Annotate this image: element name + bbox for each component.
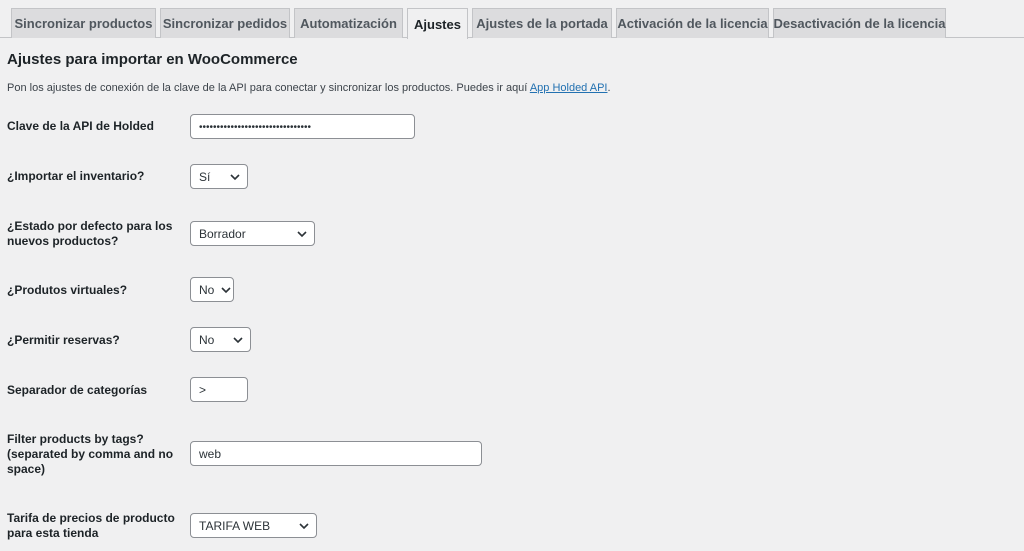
default-status-value: Borrador bbox=[199, 226, 246, 241]
chevron-down-icon bbox=[299, 522, 309, 529]
section-description: Pon los ajustes de conexión de la clave … bbox=[7, 82, 611, 94]
holded-api-link[interactable]: App Holded API bbox=[530, 82, 608, 94]
price-rate-label: Tarifa de precios de producto para esta … bbox=[7, 511, 175, 540]
category-separator-value: > bbox=[199, 382, 207, 397]
chevron-down-icon bbox=[297, 230, 307, 237]
chevron-down-icon bbox=[233, 336, 243, 343]
filter-tags-label: Filter products by tags? (separated by c… bbox=[7, 432, 174, 476]
settings-page: Sincronizar productos Sincronizar pedido… bbox=[0, 0, 1024, 551]
section-title: Ajustes para importar en WooCommerce bbox=[7, 51, 298, 68]
tab-ajustes-portada[interactable]: Ajustes de la portada bbox=[472, 8, 612, 38]
virtual-products-value: No bbox=[199, 282, 215, 297]
import-stock-label: ¿Importar el inventario? bbox=[7, 169, 145, 183]
backorders-label: ¿Permitir reservas? bbox=[7, 333, 120, 347]
virtual-products-select[interactable]: No bbox=[190, 277, 234, 302]
import-stock-value: Sí bbox=[199, 169, 211, 184]
tab-automatizacion[interactable]: Automatización bbox=[294, 8, 403, 38]
price-rate-value: TARIFA WEB bbox=[199, 518, 271, 533]
category-separator-label: Separador de categorías bbox=[7, 383, 148, 397]
backorders-select[interactable]: No bbox=[190, 327, 251, 352]
tab-sincronizar-pedidos[interactable]: Sincronizar pedidos bbox=[160, 8, 290, 38]
api-key-input[interactable]: •••••••••••••••••••••••••••••••• bbox=[190, 114, 415, 139]
price-rate-select[interactable]: TARIFA WEB bbox=[190, 513, 317, 538]
virtual-products-label: ¿Produtos virtuales? bbox=[7, 283, 128, 297]
nav-tabs: Sincronizar productos Sincronizar pedido… bbox=[0, 0, 1024, 39]
default-status-select[interactable]: Borrador bbox=[190, 221, 315, 246]
filter-tags-input[interactable]: web bbox=[190, 441, 482, 466]
chevron-down-icon bbox=[230, 173, 240, 180]
filter-tags-value: web bbox=[199, 446, 222, 461]
api-key-value: •••••••••••••••••••••••••••••••• bbox=[199, 121, 312, 133]
backorders-value: No bbox=[199, 332, 215, 347]
tab-ajustes[interactable]: Ajustes bbox=[407, 8, 468, 39]
category-separator-input[interactable]: > bbox=[190, 377, 248, 402]
default-status-label: ¿Estado por defecto para los nuevos prod… bbox=[7, 219, 173, 248]
import-stock-select[interactable]: Sí bbox=[190, 164, 248, 189]
tab-sincronizar-productos[interactable]: Sincronizar productos bbox=[11, 8, 156, 38]
tab-desactivacion-licencia[interactable]: Desactivación de la licencia bbox=[773, 8, 946, 38]
description-end: . bbox=[607, 82, 611, 94]
chevron-down-icon bbox=[221, 286, 231, 293]
tab-activacion-licencia[interactable]: Activación de la licencia bbox=[616, 8, 769, 38]
description-text: Pon los ajustes de conexión de la clave … bbox=[7, 82, 530, 94]
api-key-label: Clave de la API de Holded bbox=[7, 119, 154, 133]
